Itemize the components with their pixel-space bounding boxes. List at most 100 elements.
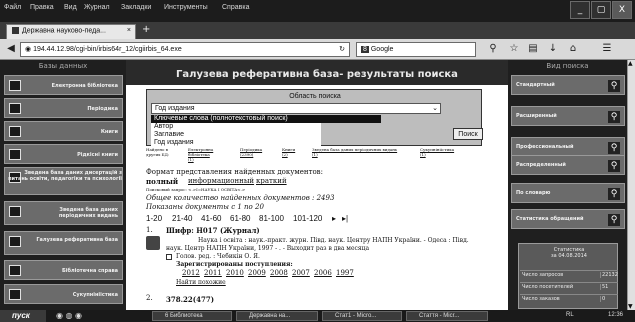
home-icon[interactable]: ⌂ xyxy=(566,42,580,56)
found-link[interactable]: Періодика (2390) xyxy=(240,147,270,157)
menu-help[interactable]: Справка xyxy=(222,4,249,11)
found-link[interactable]: Книги (2) xyxy=(282,147,302,157)
sidebar-item-abstract-db[interactable]: Галузева реферативна база xyxy=(4,231,123,255)
year-link[interactable]: 2012 xyxy=(182,269,200,277)
stats-row: Число посетителей 51 xyxy=(520,282,618,291)
year-link[interactable]: 2007 xyxy=(292,269,310,277)
page-scrollbar[interactable]: ▲ ▼ xyxy=(627,60,635,310)
language-indicator[interactable]: RL xyxy=(566,312,574,318)
sidebar-item-collection[interactable]: Сукупнініістика xyxy=(4,284,123,304)
dropdown-option-keywords[interactable]: Ключевые слова (полнотекстовый поиск) xyxy=(151,115,381,123)
dropdown-option-author[interactable]: Автор xyxy=(151,123,321,131)
page-link[interactable]: 101-120 xyxy=(293,214,322,223)
found-link[interactable]: Зведена база даних періодичних видань (1) xyxy=(312,147,408,157)
found-link[interactable]: Сукупнініістика (1) xyxy=(420,147,470,157)
sidebar-item-periodicals[interactable]: Періодика xyxy=(4,98,123,118)
search-distributed-button[interactable]: Распределенный ⚲ xyxy=(511,155,625,175)
last-page-icon[interactable]: ▸| xyxy=(342,214,348,223)
square-icon xyxy=(9,236,21,247)
tab-close-icon[interactable]: × xyxy=(127,27,131,34)
search-dictionary-button[interactable]: По словарю ⚲ xyxy=(511,183,625,203)
sidebar-title: Базы данных xyxy=(38,62,88,70)
search-advanced-button[interactable]: Расширенный ⚲ xyxy=(511,106,625,126)
menu-history[interactable]: Журнал xyxy=(84,4,110,11)
sidebar-item-label: Книги xyxy=(100,129,118,135)
close-window-button[interactable]: X xyxy=(612,1,632,19)
square-icon xyxy=(9,289,21,300)
stats-date: за 04.08.2014 xyxy=(551,253,587,259)
found-link[interactable]: Електронна бібліотека (1) xyxy=(188,147,230,162)
taskbar-item[interactable]: Стат1 - Micro... xyxy=(322,311,402,321)
stats-value: 22132 xyxy=(600,272,618,278)
page-link[interactable]: 21-40 xyxy=(172,214,192,223)
taskbar-item[interactable]: Стаття - Micr... xyxy=(406,311,488,321)
globe-icon: ◉ xyxy=(25,46,32,53)
page-link-current[interactable]: 1-20 xyxy=(146,214,162,223)
search-button[interactable]: Поиск xyxy=(453,128,483,140)
reload-icon[interactable]: ↻ xyxy=(339,43,345,56)
sidebar-item-label: Електронна бібліотека xyxy=(51,83,118,89)
record-line: Зарегистрированы поступления: xyxy=(176,261,293,268)
sidebar-item-library-science[interactable]: Бібліотечна справа xyxy=(4,260,123,280)
quicklaunch-icon[interactable]: ◉ ◍ ◉ xyxy=(56,311,82,320)
sidebar-item-rare-books[interactable]: Рідкісні книги xyxy=(4,144,123,164)
chevron-down-icon: ⌄ xyxy=(432,105,438,112)
menu-view[interactable]: Вид xyxy=(64,4,77,11)
next-page-icon[interactable]: ▸ xyxy=(332,214,336,223)
found-link-count: (2390) xyxy=(240,152,254,157)
format-info[interactable]: информационный xyxy=(188,177,254,185)
scroll-up-icon[interactable]: ▲ xyxy=(628,60,633,67)
search-professional-button[interactable]: Профессиональный ⚲ xyxy=(511,137,625,157)
menu-bar: Файл Правка Вид Журнал Закладки Инструме… xyxy=(0,0,635,22)
format-full[interactable]: полный xyxy=(146,177,178,186)
page-link[interactable]: 61-80 xyxy=(230,214,250,223)
sidebar-item-label: Зведена база даних періодичних видань xyxy=(58,207,118,219)
page-link[interactable]: 81-100 xyxy=(259,214,284,223)
year-link[interactable]: 2009 xyxy=(248,269,266,277)
taskbar: пуск ◉ ◍ ◉ 6 Библиотека Державна на... С… xyxy=(0,310,635,322)
scroll-down-icon[interactable]: ▼ xyxy=(628,303,633,310)
browser-tab[interactable]: Державна науково-педа... × xyxy=(6,24,136,39)
search-engine-field[interactable]: 8 Google xyxy=(356,42,476,57)
star-icon[interactable]: ☆ xyxy=(507,42,521,56)
page-link[interactable]: 41-60 xyxy=(201,214,221,223)
year-link[interactable]: 2011 xyxy=(204,269,222,277)
menu-icon[interactable]: ☰ xyxy=(600,42,614,56)
start-button[interactable]: пуск xyxy=(0,310,46,322)
year-link[interactable]: 2008 xyxy=(270,269,288,277)
maximize-button[interactable]: ▢ xyxy=(591,1,611,19)
menu-tools[interactable]: Инструменты xyxy=(164,4,208,11)
year-link[interactable]: 1997 xyxy=(336,269,354,277)
taskbar-item[interactable]: Державна на... xyxy=(236,311,318,321)
new-tab-button[interactable]: + xyxy=(142,24,150,35)
sidebar-item-books[interactable]: Книги xyxy=(4,121,123,141)
year-link[interactable]: 2010 xyxy=(226,269,244,277)
sidebar-item-periodicals-db[interactable]: Зведена база даних періодичних видань xyxy=(4,201,123,225)
search-statistics-button[interactable]: Статистика обращений ⚲ xyxy=(511,209,625,229)
search-type-label: Распределенный xyxy=(516,162,566,168)
magnifier-icon: ⚲ xyxy=(608,188,620,200)
menu-file[interactable]: Файл xyxy=(4,4,21,11)
download-icon[interactable]: ↓ xyxy=(546,42,560,56)
year-link[interactable]: 2006 xyxy=(314,269,332,277)
find-similar-link[interactable]: Найти похожие xyxy=(176,279,226,286)
menu-bookmarks[interactable]: Закладки xyxy=(121,4,151,11)
search-type-sidebar: Вид поиска Стандартный ⚲ Расширенный ⚲ Про… xyxy=(508,60,627,310)
search-icon[interactable]: ⚲ xyxy=(486,42,500,56)
record-code: 378.22(477) xyxy=(166,295,215,304)
dropdown-option-title[interactable]: Заглавие xyxy=(151,131,321,139)
menu-edit[interactable]: Правка xyxy=(30,4,54,11)
clipboard-icon[interactable]: ▤ xyxy=(526,42,540,56)
sidebar-item-electronic-library[interactable]: Електронна бібліотека xyxy=(4,75,123,95)
search-standard-button[interactable]: Стандартный ⚲ xyxy=(511,75,625,95)
checkbox[interactable] xyxy=(166,254,172,260)
url-bar[interactable]: ◉ 194.44.12.98/cgi-bin/irbis64r_12/cgiir… xyxy=(20,42,350,57)
stats-label: Число посетителей xyxy=(522,284,574,290)
search-type-label: Расширенный xyxy=(516,113,557,119)
back-arrow-icon[interactable]: ◀ xyxy=(4,42,18,56)
search-field-select[interactable]: Год издания ⌄ xyxy=(151,103,441,114)
format-brief[interactable]: краткий xyxy=(256,177,287,185)
minimize-button[interactable]: _ xyxy=(570,1,590,19)
sidebar-item-dissertations[interactable]: Зведена база даних дисертацій з питань о… xyxy=(4,167,123,195)
taskbar-item[interactable]: 6 Библиотека xyxy=(152,311,232,321)
